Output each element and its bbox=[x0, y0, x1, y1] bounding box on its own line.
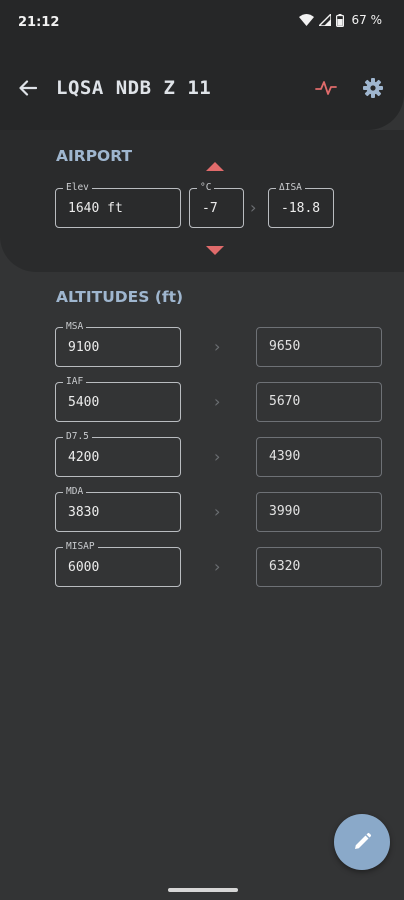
corrected-value: 5670 bbox=[269, 394, 301, 409]
chevron-right-icon: › bbox=[214, 557, 221, 576]
pulse-icon bbox=[315, 81, 337, 95]
activity-button[interactable] bbox=[312, 76, 340, 100]
corrected-altitude-msa: 9650 bbox=[256, 327, 382, 367]
elevation-value: 1640 ft bbox=[68, 201, 123, 216]
altitude-input-d7-5[interactable]: D7.5 4200 bbox=[55, 431, 181, 477]
pencil-icon bbox=[355, 832, 372, 849]
airport-section-title: AIRPORT bbox=[56, 147, 133, 165]
edit-fab-button[interactable] bbox=[334, 814, 390, 870]
wifi-icon bbox=[298, 14, 314, 26]
battery-icon bbox=[335, 13, 344, 27]
corrected-altitude-iaf: 5670 bbox=[256, 382, 382, 422]
corrected-value: 6320 bbox=[269, 559, 301, 574]
arrow-back-icon bbox=[19, 80, 37, 96]
elevation-label: Elev bbox=[63, 182, 92, 194]
altitude-input-msa[interactable]: MSA 9100 bbox=[55, 321, 181, 367]
altitude-input-iaf[interactable]: IAF 5400 bbox=[55, 376, 181, 422]
altitude-value: 3830 bbox=[68, 505, 100, 520]
altitude-input-mda[interactable]: MDA 3830 bbox=[55, 486, 181, 532]
corrected-value: 9650 bbox=[269, 339, 301, 354]
altitude-input-misap[interactable]: MISAP 6000 bbox=[55, 541, 181, 587]
chevron-right-icon: › bbox=[214, 447, 221, 466]
chevron-right-icon: › bbox=[214, 502, 221, 521]
temperature-value: -7 bbox=[202, 201, 218, 216]
altitude-value: 9100 bbox=[68, 340, 100, 355]
altitude-label: MDA bbox=[63, 486, 87, 498]
home-indicator[interactable] bbox=[168, 888, 238, 892]
chevron-right-icon: › bbox=[250, 198, 257, 217]
temperature-decrease-button[interactable] bbox=[206, 246, 224, 255]
corrected-value: 3990 bbox=[269, 504, 301, 519]
elevation-field[interactable]: Elev 1640 ft bbox=[55, 182, 181, 228]
altitude-value: 4200 bbox=[68, 450, 100, 465]
altitudes-section-title: ALTITUDES (ft) bbox=[56, 288, 184, 306]
corrected-altitude-d7-5: 4390 bbox=[256, 437, 382, 477]
page-title: LQSA NDB Z 11 bbox=[56, 77, 212, 99]
delta-isa-value: -18.8 bbox=[281, 201, 321, 216]
chevron-right-icon: › bbox=[214, 337, 221, 356]
status-bar: 21:12 67 % bbox=[0, 0, 404, 46]
corrected-value: 4390 bbox=[269, 449, 301, 464]
status-icons: 67 % bbox=[298, 13, 383, 27]
temperature-increase-button[interactable] bbox=[206, 162, 224, 171]
altitude-value: 6000 bbox=[68, 560, 100, 575]
altitude-label: MISAP bbox=[63, 541, 98, 553]
delta-isa-label: ΔISA bbox=[276, 182, 305, 194]
altitude-label: D7.5 bbox=[63, 431, 92, 443]
back-button[interactable] bbox=[14, 74, 42, 102]
chevron-right-icon: › bbox=[214, 392, 221, 411]
altitude-label: MSA bbox=[63, 321, 87, 333]
altitude-label: IAF bbox=[63, 376, 87, 388]
corrected-altitude-mda: 3990 bbox=[256, 492, 382, 532]
temperature-label: °C bbox=[197, 182, 215, 194]
status-time: 21:12 bbox=[18, 15, 60, 30]
gear-icon bbox=[363, 78, 383, 98]
delta-isa-field: ΔISA -18.8 bbox=[268, 182, 334, 228]
settings-button[interactable] bbox=[360, 75, 386, 101]
battery-percent: 67 % bbox=[351, 13, 383, 27]
altitude-value: 5400 bbox=[68, 395, 100, 410]
corrected-altitude-misap: 6320 bbox=[256, 547, 382, 587]
temperature-field[interactable]: °C -7 bbox=[189, 182, 244, 228]
signal-icon bbox=[318, 14, 331, 26]
airport-panel: AIRPORT Elev 1640 ft °C -7 › ΔISA -18.8 bbox=[0, 130, 404, 272]
